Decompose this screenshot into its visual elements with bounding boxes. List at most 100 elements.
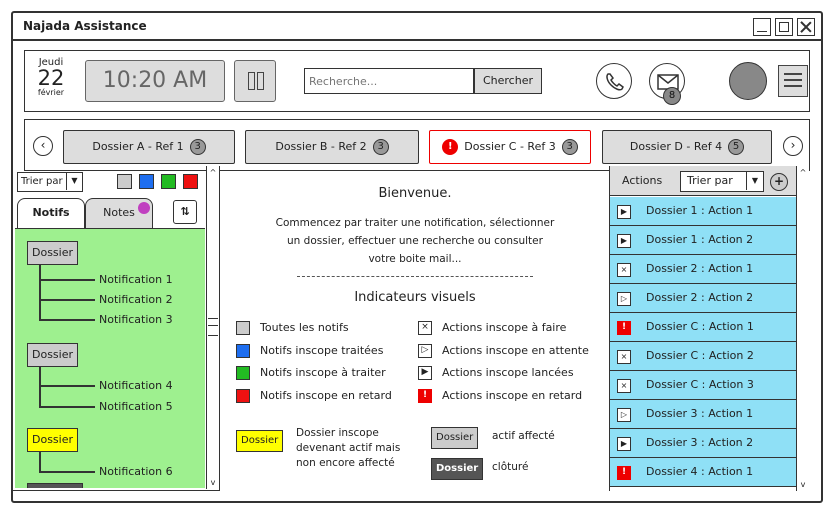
hamburger-menu-button[interactable] — [778, 65, 808, 97]
action-label: Dossier 3 : Action 2 — [646, 436, 754, 449]
play-icon: ▶ — [617, 437, 631, 451]
tree-dossier-node[interactable]: Dossier — [27, 343, 79, 367]
actions-sort-label: Trier par — [687, 174, 733, 187]
dossier-tab-label: Dossier B - Ref 2 — [275, 140, 367, 153]
legend-label: Actions inscope lancées — [442, 366, 574, 379]
action-row[interactable]: × Dossier 2 : Action 1 — [610, 255, 796, 284]
dossier-tab-active[interactable]: ! Dossier C - Ref 3 3 — [429, 130, 591, 164]
dossier-tab-label: Dossier D - Ref 4 — [629, 140, 723, 153]
scroll-up-icon[interactable]: ^ — [207, 168, 219, 177]
actions-sort-select[interactable]: Trier par ▼ — [680, 171, 764, 192]
legend-chip-yellow: Dossier — [236, 430, 284, 452]
scroll-down-icon[interactable]: v — [797, 480, 809, 489]
tree-connector — [39, 279, 95, 281]
legend-label: Notifs inscope traitées — [260, 344, 384, 357]
action-row[interactable]: ▶ Dossier 3 : Action 2 — [610, 429, 796, 458]
filter-swatch-grey[interactable] — [117, 174, 132, 189]
tree-dossier-node-highlighted[interactable]: Dossier — [27, 428, 79, 452]
filter-swatch-blue[interactable] — [139, 174, 154, 189]
dossier-tab-count: 3 — [372, 139, 389, 155]
dossier-tab[interactable]: Dossier D - Ref 4 5 — [602, 130, 772, 164]
maximize-button[interactable] — [775, 18, 793, 36]
dossier-tab-label: Dossier C - Ref 3 — [464, 140, 556, 153]
phone-button[interactable] — [596, 63, 632, 99]
close-button[interactable] — [797, 18, 815, 36]
tree-notification-item[interactable]: Notification 3 — [99, 313, 173, 326]
dossier-tab[interactable]: Dossier A - Ref 1 3 — [63, 130, 235, 164]
action-row[interactable]: × Dossier C : Action 2 — [610, 342, 796, 371]
tree-connector — [39, 452, 41, 472]
sort-order-button[interactable]: ⇅ — [173, 200, 197, 224]
intro-line: un dossier, effectuer une recherche ou c… — [287, 235, 543, 247]
action-label: Dossier 1 : Action 2 — [646, 233, 754, 246]
action-row[interactable]: ! Dossier C : Action 1 — [610, 313, 796, 342]
action-label: Dossier C : Action 2 — [646, 349, 754, 362]
left-splitter-handle[interactable] — [208, 318, 218, 336]
action-label: Dossier C : Action 3 — [646, 378, 754, 391]
tree-notification-item[interactable]: Notification 2 — [99, 293, 173, 306]
legend-swatch-green — [236, 366, 250, 380]
intro-line: Commencez par traiter une notification, … — [275, 217, 555, 229]
notifications-panel: Trier par ▼ Notifs Notes ⇅ Dossier Notif… — [12, 166, 220, 491]
pause-button[interactable] — [234, 60, 276, 102]
welcome-title: Bienvenue. — [378, 186, 452, 201]
dossier-tab[interactable]: Dossier B - Ref 2 3 — [245, 130, 419, 164]
filter-swatch-green[interactable] — [161, 174, 176, 189]
legend-label: Actions inscope à faire — [442, 321, 567, 334]
scroll-up-icon[interactable]: ^ — [797, 168, 809, 177]
notification-tree: Dossier Notification 1 Notification 2 No… — [15, 228, 205, 488]
tree-dossier-node-closed[interactable] — [27, 483, 83, 488]
scroll-down-icon[interactable]: v — [207, 478, 219, 487]
filter-swatch-red[interactable] — [183, 174, 198, 189]
sort-select[interactable]: Trier par ▼ — [17, 172, 83, 192]
intro-line: votre boite mail... — [368, 253, 462, 265]
legend-chip-grey: Dossier — [431, 427, 479, 449]
action-label: Dossier 4 : Action 1 — [646, 465, 754, 478]
play-icon: ▶ — [617, 234, 631, 248]
legend-swatch-blue — [236, 344, 250, 358]
phone-icon — [606, 73, 624, 91]
search-input[interactable] — [304, 68, 474, 94]
legend-label: Actions inscope en retard — [442, 389, 583, 402]
prev-dossier-button[interactable]: ‹ — [33, 136, 53, 156]
minimize-button[interactable] — [753, 18, 771, 36]
divider — [297, 276, 533, 277]
tree-notification-item[interactable]: Notification 4 — [99, 379, 173, 392]
menu-icon-line — [784, 85, 802, 87]
alert-icon: ! — [418, 389, 432, 403]
dossier-tab-label: Dossier A - Ref 1 — [92, 140, 184, 153]
avatar[interactable] — [729, 62, 767, 100]
action-label: Dossier C : Action 1 — [646, 320, 754, 333]
legend-label: Notifs inscope à traiter — [260, 366, 386, 379]
chevron-down-icon: ▼ — [746, 172, 763, 190]
tree-notification-item[interactable]: Notification 1 — [99, 273, 173, 286]
action-row[interactable]: ▶ Dossier 1 : Action 2 — [610, 226, 796, 255]
tab-notes[interactable]: Notes — [85, 198, 153, 228]
tree-notification-item[interactable]: Notification 5 — [99, 400, 173, 413]
alert-icon: ! — [442, 139, 459, 155]
action-row[interactable]: ▷ Dossier 3 : Action 1 — [610, 400, 796, 429]
alert-icon: ! — [617, 321, 631, 335]
chip-desc-line: devenant actif mais — [296, 442, 401, 454]
tree-notification-item[interactable]: Notification 6 — [99, 465, 173, 478]
action-row[interactable]: ▷ Dossier 2 : Action 2 — [610, 284, 796, 313]
alert-icon: ! — [617, 466, 631, 480]
tree-connector — [39, 385, 95, 387]
action-row[interactable]: × Dossier C : Action 3 — [610, 371, 796, 400]
action-row[interactable]: ! Dossier 4 : Action 1 — [610, 458, 796, 487]
action-label: Dossier 2 : Action 2 — [646, 291, 754, 304]
title-bar: Najada Assistance — [13, 13, 821, 41]
action-label: Dossier 3 : Action 1 — [646, 407, 754, 420]
tab-notifs[interactable]: Notifs — [17, 198, 85, 228]
right-scrollbar[interactable]: ^ v — [796, 166, 809, 491]
dossier-tab-count: 3 — [189, 139, 206, 155]
search-button[interactable]: Chercher — [474, 68, 542, 94]
todo-icon: × — [418, 321, 432, 335]
menu-icon-line — [784, 79, 802, 81]
action-row[interactable]: ▶ Dossier 1 : Action 1 — [610, 197, 796, 226]
add-action-button[interactable]: + — [770, 173, 788, 191]
actions-header: Actions Trier par ▼ + — [610, 166, 796, 196]
next-dossier-button[interactable]: › — [783, 136, 803, 156]
tree-dossier-node[interactable]: Dossier — [27, 241, 79, 265]
legend-chip-desc: Dossier inscope devenant actif mais non … — [296, 426, 400, 471]
